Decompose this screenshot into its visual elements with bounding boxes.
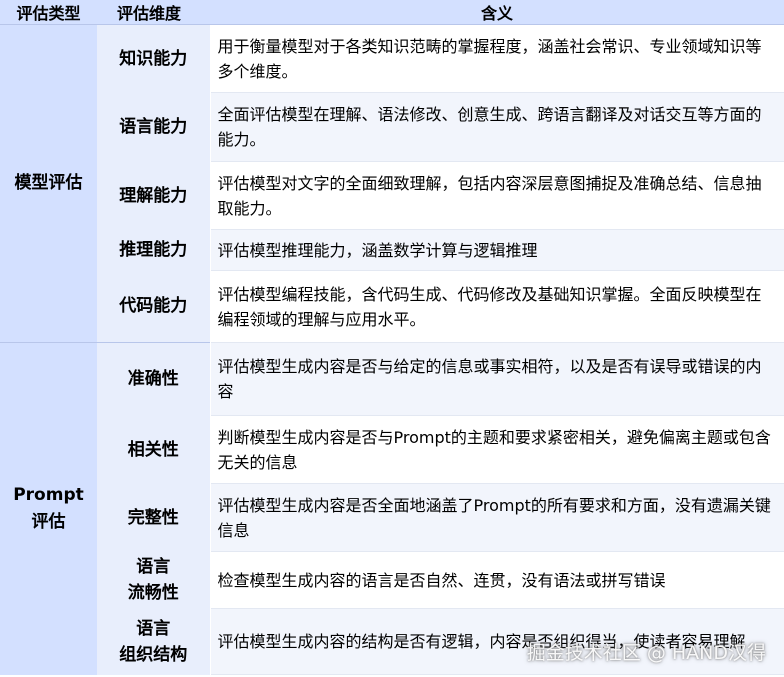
header-row: 评估类型 评估维度 含义: [0, 0, 784, 25]
dimension-cell: 准确性: [97, 342, 211, 416]
dimension-cell: 推理能力: [97, 229, 211, 271]
table-row: 语言 流畅性 检查模型生成内容的语言是否自然、连贯，没有语法或拼写错误: [0, 551, 784, 609]
eval-type-prompt-line1: Prompt: [13, 484, 84, 505]
table-row: 语言 组织结构 评估模型生成内容的结构是否有逻辑，内容是否组织得当，使读者容易理…: [0, 608, 784, 675]
eval-type-prompt-line2: 评估: [31, 511, 66, 532]
meaning-cell: 评估模型生成内容是否与给定的信息或事实相符，以及是否有误导或错误的内容: [210, 342, 784, 416]
dimension-cell: 完整性: [97, 483, 211, 552]
table-row: 代码能力 评估模型编程技能，含代码生成、代码修改及基础知识掌握。全面反映模型在编…: [0, 270, 784, 343]
dimension-cell: 语言 流畅性: [97, 551, 211, 609]
dimension-cell: 理解能力: [97, 161, 211, 230]
meaning-cell: 评估模型对文字的全面细致理解，包括内容深层意图捕捉及准确总结、信息抽取能力。: [210, 161, 784, 230]
dimension-cell: 知识能力: [97, 24, 211, 93]
meaning-cell: 全面评估模型在理解、语法修改、创意生成、跨语言翻译及对话交互等方面的能力。: [210, 92, 784, 162]
evaluation-table: 评估类型 评估维度 含义 模型评估 知识能力 用于衡量模型对于各类知识范畴的掌握…: [0, 0, 784, 675]
table-row: Prompt 评估 准确性 评估模型生成内容是否与给定的信息或事实相符，以及是否…: [0, 342, 784, 675]
meaning-cell: 评估模型生成内容的结构是否有逻辑，内容是否组织得当，使读者容易理解: [210, 608, 784, 675]
table-row: 语言能力 全面评估模型在理解、语法修改、创意生成、跨语言翻译及对话交互等方面的能…: [0, 92, 784, 162]
dimension-cell: 代码能力: [97, 270, 211, 343]
meaning-cell: 判断模型生成内容是否与Prompt的主题和要求紧密相关，避免偏离主题或包含无关的…: [210, 415, 784, 484]
table-row: 推理能力 评估模型推理能力，涵盖数学计算与逻辑推理: [0, 229, 784, 271]
header-type: 评估类型: [0, 0, 97, 25]
dimension-line1: 语言: [136, 618, 171, 639]
eval-type-model: 模型评估: [0, 24, 97, 343]
header-dimension: 评估维度: [97, 0, 210, 25]
eval-type-prompt: Prompt 评估: [0, 342, 97, 675]
dimension-cell: 相关性: [97, 415, 211, 484]
header-meaning: 含义: [210, 0, 784, 25]
meaning-cell: 用于衡量模型对于各类知识范畴的掌握程度，涵盖社会常识、专业领域知识等多个维度。: [210, 24, 784, 93]
table-row: 完整性 评估模型生成内容是否全面地涵盖了Prompt的所有要求和方面，没有遗漏关…: [0, 483, 784, 552]
meaning-cell: 评估模型生成内容是否全面地涵盖了Prompt的所有要求和方面，没有遗漏关键信息: [210, 483, 784, 552]
dimension-line2: 流畅性: [127, 583, 179, 603]
dimension-cell: 语言 组织结构: [97, 608, 211, 675]
dimension-line1: 语言: [136, 557, 171, 577]
table-row: 相关性 判断模型生成内容是否与Prompt的主题和要求紧密相关，避免偏离主题或包…: [0, 415, 784, 484]
table-row: 模型评估 知识能力 用于衡量模型对于各类知识范畴的掌握程度，涵盖社会常识、专业领…: [0, 24, 784, 343]
table-row: 理解能力 评估模型对文字的全面细致理解，包括内容深层意图捕捉及准确总结、信息抽取…: [0, 161, 784, 230]
meaning-cell: 评估模型编程技能，含代码生成、代码修改及基础知识掌握。全面反映模型在编程领域的理…: [210, 270, 784, 343]
meaning-cell: 检查模型生成内容的语言是否自然、连贯，没有语法或拼写错误: [210, 551, 784, 609]
dimension-cell: 语言能力: [97, 92, 211, 162]
dimension-line2: 组织结构: [119, 644, 188, 665]
meaning-cell: 评估模型推理能力，涵盖数学计算与逻辑推理: [210, 229, 784, 271]
